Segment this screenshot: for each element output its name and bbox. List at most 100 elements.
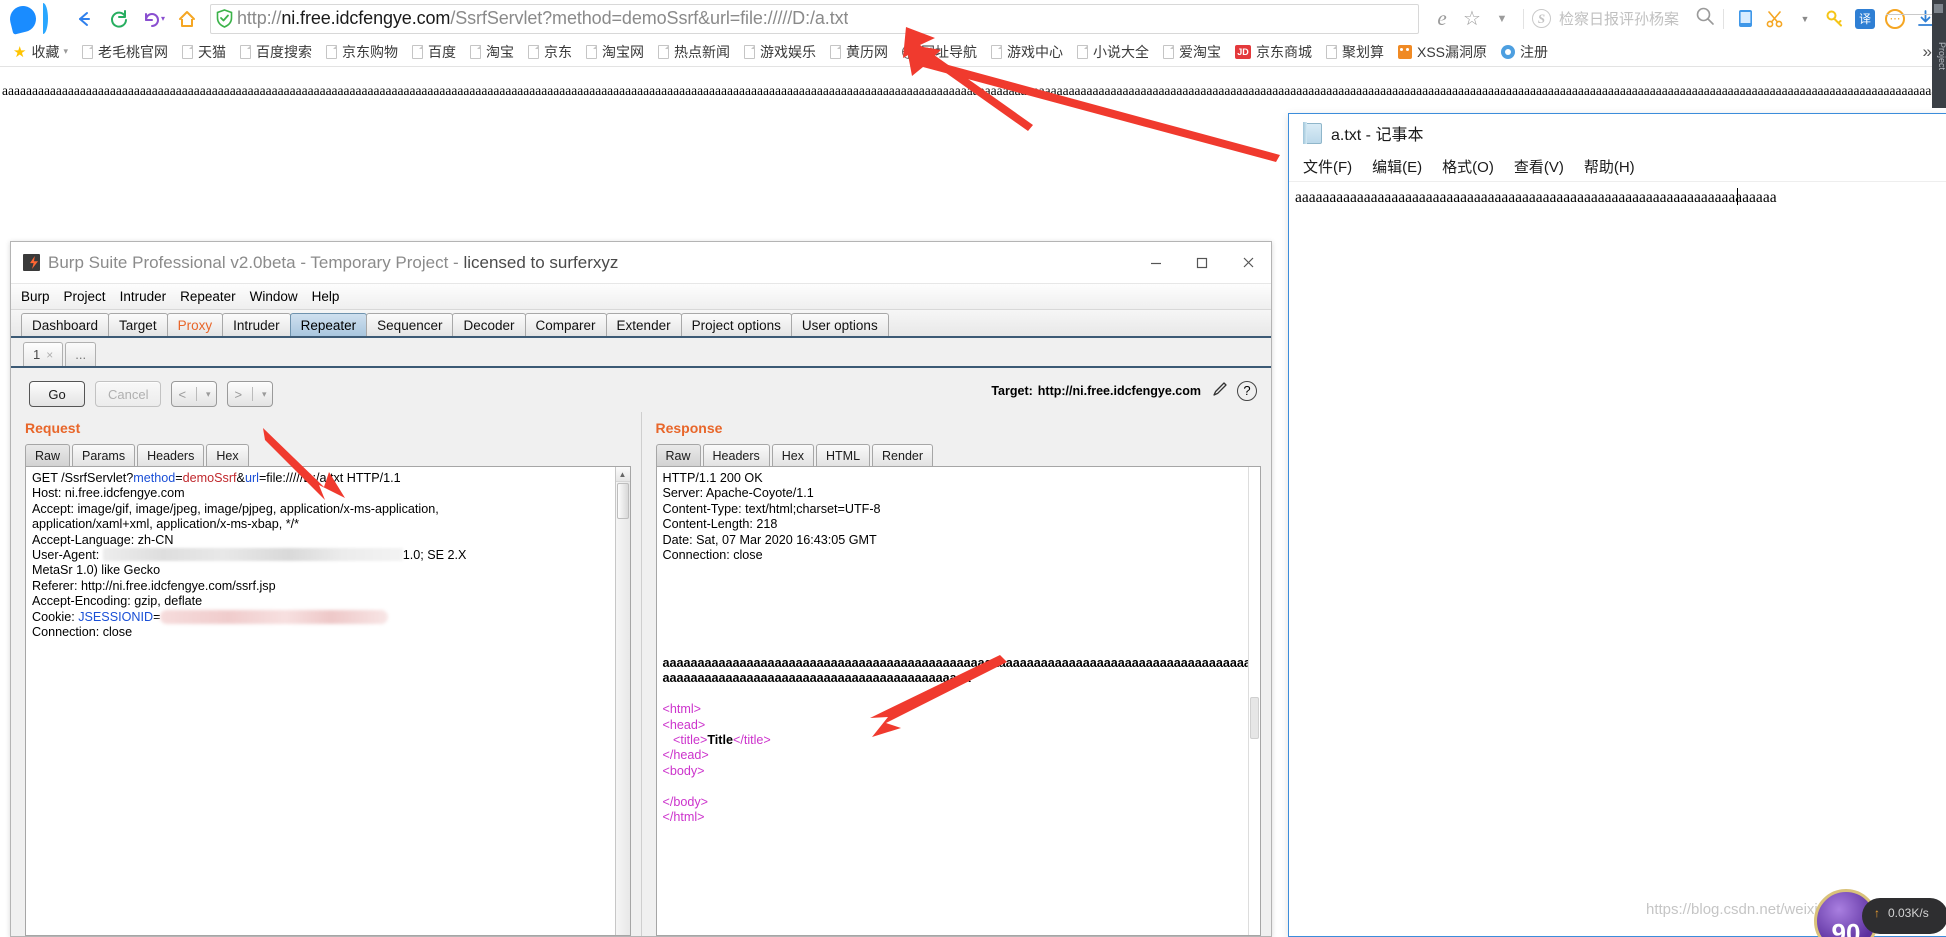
repeater-tab-moremoremore[interactable]: ... xyxy=(65,342,97,366)
edge-button[interactable] xyxy=(1934,4,1943,13)
notepad-text-area[interactable]: aaaaaaaaaaaaaaaaaaaaaaaaaaaaaaaaaaaaaaaa… xyxy=(1289,182,1946,936)
burp-menu-repeater[interactable]: Repeater xyxy=(180,289,236,304)
home-icon[interactable] xyxy=(170,2,204,36)
request-editor[interactable]: GET /SsrfServlet?method=demoSsrf&url=fil… xyxy=(25,466,631,936)
tab-target[interactable]: Target xyxy=(108,313,168,336)
phone-icon[interactable] xyxy=(1730,4,1760,34)
back-arrow-icon[interactable] xyxy=(68,2,102,36)
response-editor[interactable]: HTTP/1.1 200 OK Server: Apache-Coyote/1.… xyxy=(655,466,1261,936)
tab-intruder[interactable]: Intruder xyxy=(222,313,291,336)
bookmark-label: 网址导航 xyxy=(920,43,977,60)
bookmark-item[interactable]: JD 京东商城 xyxy=(1228,39,1319,65)
tab-extender[interactable]: Extender xyxy=(605,313,682,336)
close-button[interactable] xyxy=(1225,242,1271,284)
notepad-menu-item[interactable]: 文件(F) xyxy=(1303,156,1352,177)
star-icon[interactable]: ☆ xyxy=(1457,4,1487,34)
burp-menu-window[interactable]: Window xyxy=(250,289,298,304)
bookmark-label: 注册 xyxy=(1520,43,1548,60)
key-icon[interactable] xyxy=(1820,4,1850,34)
notepad-menu-item[interactable]: 格式(O) xyxy=(1442,156,1494,177)
address-bar[interactable]: http://ni.free.idcfengye.com/SsrfServlet… xyxy=(210,3,1419,34)
bookmark-item[interactable]: XSS漏洞原 xyxy=(1391,39,1494,65)
response-tab-render[interactable]: Render xyxy=(872,444,934,466)
bookmark-item[interactable]: 老毛桃官网 xyxy=(75,39,175,65)
tab-proxy[interactable]: Proxy xyxy=(166,313,224,336)
minimize-button[interactable] xyxy=(1133,242,1179,284)
response-tab-hex[interactable]: Hex xyxy=(771,444,814,466)
bookmark-item[interactable]: 聚划算 xyxy=(1319,39,1391,65)
next-request-button[interactable]: > ▾ xyxy=(227,381,274,407)
burp-menu-project[interactable]: Project xyxy=(64,289,106,304)
request-tab-raw[interactable]: Raw xyxy=(25,444,71,466)
scroll-thumb[interactable] xyxy=(616,483,629,519)
request-text[interactable]: GET /SsrfServlet?method=demoSsrf&url=fil… xyxy=(26,467,615,935)
browser-toolbar: ▾ http://ni.free.idcfengye.com/SsrfServl… xyxy=(0,0,1946,37)
bookmark-item[interactable]: 百度搜索 xyxy=(233,39,319,65)
tab-decoder[interactable]: Decoder xyxy=(452,313,526,336)
tab-dashboard[interactable]: Dashboard xyxy=(21,313,110,336)
translate-icon[interactable]: 译 xyxy=(1850,4,1880,34)
search-box[interactable]: S 检察日报评孙杨案 xyxy=(1530,5,1717,33)
bookmark-item[interactable]: 小说大全 xyxy=(1070,39,1156,65)
burp-menu-burp[interactable]: Burp xyxy=(21,289,50,304)
bookmark-item[interactable]: 游戏中心 xyxy=(984,39,1070,65)
bookmark-item[interactable]: 注册 xyxy=(1494,39,1555,65)
bookmark-item[interactable]: 京东购物 xyxy=(319,39,405,65)
res-body-a2: aaaaaaaaaaaaaaaaaaaaaaaaaaaaaaaaaaaaaaaa… xyxy=(662,671,971,686)
bookmark-item[interactable]: 淘宝 xyxy=(463,39,521,65)
maximize-button[interactable] xyxy=(1179,242,1225,284)
ie-icon[interactable]: e xyxy=(1427,4,1457,34)
response-tab-html[interactable]: HTML xyxy=(816,444,871,466)
scroll-up-icon[interactable]: ▲ xyxy=(615,467,630,482)
bookmark-item[interactable]: 天猫 xyxy=(175,39,233,65)
chevron-down-icon[interactable]: ▾ xyxy=(63,46,68,57)
bookmark-item[interactable]: 黄历网 xyxy=(823,39,895,65)
close-icon[interactable]: × xyxy=(46,348,53,362)
question-mark-icon[interactable]: ? xyxy=(1237,380,1257,401)
notepad-menu-item[interactable]: 编辑(E) xyxy=(1372,156,1422,177)
response-scrollbar[interactable] xyxy=(1248,467,1260,935)
burp-main-tabs: Dashboard Target Proxy Intruder Repeater Sequ… xyxy=(11,310,1271,338)
response-tab-headers[interactable]: Headers xyxy=(702,444,770,466)
response-tab-raw[interactable]: Raw xyxy=(655,444,701,466)
pencil-icon[interactable] xyxy=(1211,380,1229,401)
notepad-menu-item[interactable]: 查看(V) xyxy=(1514,156,1564,177)
bookmark-item[interactable]: 游戏娱乐 xyxy=(737,39,823,65)
cancel-button[interactable]: Cancel xyxy=(95,381,162,407)
history-icon[interactable]: ▾ xyxy=(136,2,170,36)
scissors-icon[interactable] xyxy=(1760,4,1790,34)
bookmark-item[interactable]: 京东 xyxy=(521,39,579,65)
bookmark-item[interactable]: 百度 xyxy=(405,39,463,65)
response-text[interactable]: HTTP/1.1 200 OK Server: Apache-Coyote/1.… xyxy=(657,467,1249,935)
bookmark-item[interactable]: 淘宝网 xyxy=(579,39,651,65)
notepad-menu-item[interactable]: 帮助(H) xyxy=(1584,156,1635,177)
bookmarks-overflow-button[interactable]: » xyxy=(1923,42,1932,62)
request-tab-hex[interactable]: Hex xyxy=(206,444,249,466)
burp-menu-intruder[interactable]: Intruder xyxy=(120,289,167,304)
go-button[interactable]: Go xyxy=(29,381,85,407)
request-tab-params[interactable]: Params xyxy=(72,444,136,466)
repeater-tab-1[interactable]: 1 × xyxy=(23,342,64,366)
req-line-2: Host: ni.free.idcfengye.com xyxy=(32,486,185,501)
chevron-down-icon-2[interactable]: ▼ xyxy=(1790,4,1820,34)
bookmark-favorites[interactable]: ★ 收藏 ▾ xyxy=(6,39,75,65)
tab-sequencer[interactable]: Sequencer xyxy=(366,313,454,336)
search-icon[interactable] xyxy=(1695,6,1715,31)
bookmark-item[interactable]: 网址导航 xyxy=(895,39,984,65)
reload-icon[interactable] xyxy=(102,2,136,36)
search-input[interactable]: 检察日报评孙杨案 xyxy=(1559,8,1679,29)
tab-user-options[interactable]: User options xyxy=(790,313,889,336)
tab-project-options[interactable]: Project options xyxy=(680,313,792,336)
tab-comparer[interactable]: Comparer xyxy=(524,313,607,336)
chevron-down-icon[interactable]: ▼ xyxy=(1487,4,1517,34)
chevron-down-icon[interactable]: ▾ xyxy=(161,14,165,23)
more-icon[interactable]: ⋯ xyxy=(1880,4,1910,34)
request-tab-headers[interactable]: Headers xyxy=(137,444,205,466)
bookmark-item[interactable]: 爱淘宝 xyxy=(1156,39,1228,65)
bookmark-item[interactable]: 热点新闻 xyxy=(651,39,737,65)
scroll-thumb[interactable] xyxy=(1250,697,1259,739)
tab-repeater[interactable]: Repeater xyxy=(289,313,368,336)
request-scrollbar[interactable]: ▲ xyxy=(614,467,630,935)
burp-menu-help[interactable]: Help xyxy=(312,289,340,304)
prev-request-button[interactable]: < ▾ xyxy=(171,381,218,407)
